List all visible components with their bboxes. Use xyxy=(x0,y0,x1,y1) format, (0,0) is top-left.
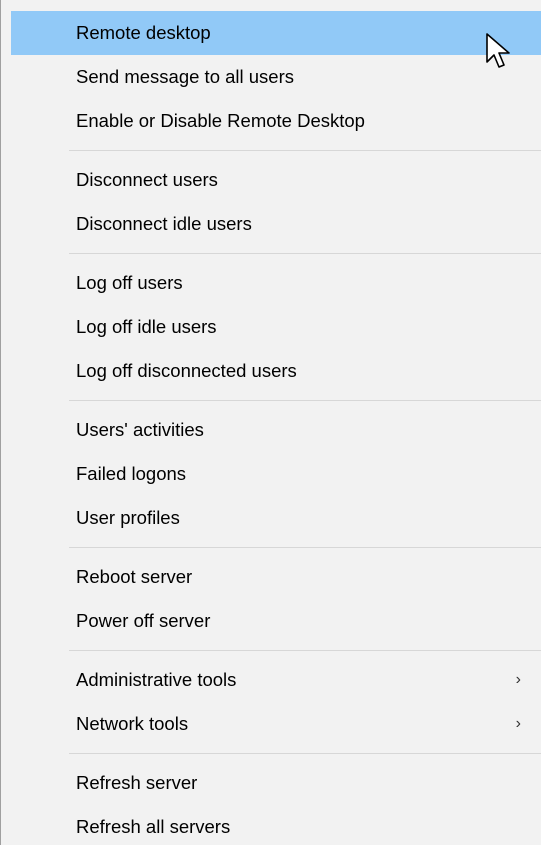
menu-item-label: User profiles xyxy=(76,507,180,528)
menu-item-disconnect-users[interactable]: Disconnect users xyxy=(11,158,541,202)
menu-item-refresh-server[interactable]: Refresh server xyxy=(11,761,541,805)
menu-item-administrative-tools[interactable]: Administrative tools › xyxy=(11,658,541,702)
menu-item-label: Disconnect idle users xyxy=(76,213,252,234)
menu-item-log-off-disconnected-users[interactable]: Log off disconnected users xyxy=(11,349,541,393)
menu-item-label: Administrative tools xyxy=(76,669,237,690)
menu-separator xyxy=(69,150,541,151)
menu-item-refresh-all-servers[interactable]: Refresh all servers xyxy=(11,805,541,849)
menu-separator xyxy=(69,547,541,548)
menu-item-users-activities[interactable]: Users' activities xyxy=(11,408,541,452)
menu-item-network-tools[interactable]: Network tools › xyxy=(11,702,541,746)
chevron-right-icon: › xyxy=(515,715,521,732)
menu-item-label: Log off idle users xyxy=(76,316,217,337)
menu-item-label: Refresh all servers xyxy=(76,816,231,837)
menu-item-label: Send message to all users xyxy=(76,66,295,87)
chevron-right-icon: › xyxy=(515,671,521,688)
menu-item-remote-desktop[interactable]: Remote desktop xyxy=(11,11,541,55)
menu-item-user-profiles[interactable]: User profiles xyxy=(11,496,541,540)
menu-item-reboot-server[interactable]: Reboot server xyxy=(11,555,541,599)
menu-item-label: Failed logons xyxy=(76,463,187,484)
menu-item-label: Disconnect users xyxy=(76,169,218,190)
menu-item-label: Remote desktop xyxy=(76,22,211,43)
menu-separator xyxy=(69,253,541,254)
menu-item-label: Log off users xyxy=(76,272,183,293)
menu-item-label: Reboot server xyxy=(76,566,193,587)
menu-item-log-off-users[interactable]: Log off users xyxy=(11,261,541,305)
menu-item-label: Log off disconnected users xyxy=(76,360,297,381)
menu-item-disconnect-idle-users[interactable]: Disconnect idle users xyxy=(11,202,541,246)
menu-item-log-off-idle-users[interactable]: Log off idle users xyxy=(11,305,541,349)
menu-item-power-off-server[interactable]: Power off server xyxy=(11,599,541,643)
menu-item-label: Users' activities xyxy=(76,419,204,440)
menu-item-enable-disable-remote-desktop[interactable]: Enable or Disable Remote Desktop xyxy=(11,99,541,143)
menu-item-send-message-to-all-users[interactable]: Send message to all users xyxy=(11,55,541,99)
menu-separator xyxy=(69,650,541,651)
menu-separator xyxy=(69,400,541,401)
menu-item-label: Enable or Disable Remote Desktop xyxy=(76,110,365,131)
menu-separator xyxy=(69,753,541,754)
menu-item-label: Power off server xyxy=(76,610,211,631)
menu-item-label: Refresh server xyxy=(76,772,198,793)
menu-item-failed-logons[interactable]: Failed logons xyxy=(11,452,541,496)
context-menu: Remote desktop Send message to all users… xyxy=(0,0,541,845)
menu-item-label: Network tools xyxy=(76,713,189,734)
